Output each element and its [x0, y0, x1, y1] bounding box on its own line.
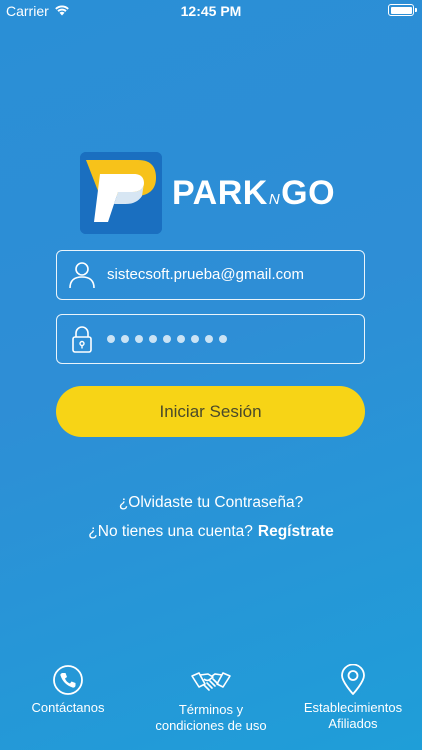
lock-icon [72, 326, 92, 353]
forgot-password-link[interactable]: ¿Olvidaste tu Contraseña? [0, 494, 422, 512]
logo-badge-icon [80, 152, 162, 234]
email-field[interactable]: sistecsoft.prueba@gmail.com [56, 250, 365, 300]
password-dot [191, 335, 199, 343]
password-mask [107, 335, 227, 343]
login-screen: Carrier 12:45 PM PARKNGO sistecsoft.prue… [0, 0, 422, 750]
app-logo: PARKNGO [80, 152, 350, 234]
contact-button[interactable]: Contáctanos [20, 664, 116, 716]
location-pin-icon [341, 664, 365, 695]
battery-level [390, 6, 412, 14]
register-link[interactable]: Regístrate [258, 523, 334, 540]
brand-mid: N [268, 191, 281, 208]
status-bar: Carrier 12:45 PM [0, 0, 422, 22]
contact-label: Contáctanos [31, 700, 105, 715]
password-dot [163, 335, 171, 343]
status-time: 12:45 PM [180, 3, 242, 19]
password-dot [121, 335, 129, 343]
login-button[interactable]: Iniciar Sesión [56, 386, 365, 437]
password-dot [177, 335, 185, 343]
password-dot [219, 335, 227, 343]
battery-icon [388, 4, 417, 16]
signup-line: ¿No tienes una cuenta? Regístrate [0, 523, 422, 541]
establishments-label-line1: Establecimientos [303, 700, 403, 715]
password-dot [107, 335, 115, 343]
user-icon [69, 262, 95, 289]
brand-end: GO [281, 174, 336, 212]
phone-icon [53, 665, 83, 695]
establishments-label-line2: Afiliados [328, 716, 378, 731]
establishments-button[interactable]: Establecimientos Afiliados [296, 664, 410, 732]
password-dot [135, 335, 143, 343]
no-account-text: ¿No tienes una cuenta? [88, 523, 253, 540]
password-dot [205, 335, 213, 343]
terms-label-line1: Términos y [178, 702, 244, 717]
terms-label-line2: condiciones de uso [155, 718, 267, 733]
terms-button[interactable]: Términos y condiciones de uso [146, 666, 276, 734]
email-value: sistecsoft.prueba@gmail.com [107, 266, 304, 283]
brand-name: PARKNGO [172, 174, 335, 213]
password-dot [149, 335, 157, 343]
brand-main: PARK [172, 174, 268, 212]
password-field[interactable] [56, 314, 365, 364]
handshake-icon [191, 672, 231, 691]
